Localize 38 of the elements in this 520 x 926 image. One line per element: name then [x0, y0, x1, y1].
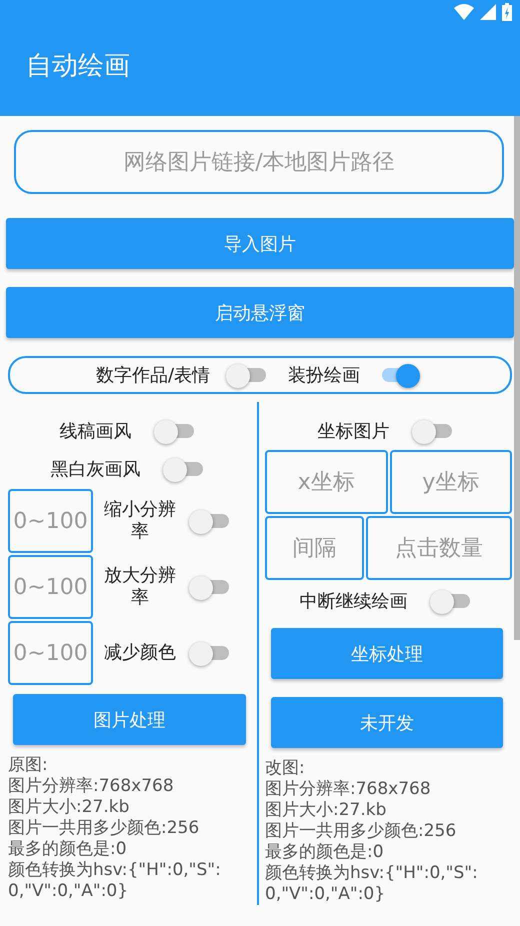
toggle-label: 放大分辨率	[103, 565, 177, 609]
input-field[interactable]: y坐标	[390, 450, 512, 514]
battery-icon	[502, 3, 512, 21]
info-text: 原图:	[8, 755, 49, 776]
info-text: 图片分辨率:768x768	[265, 779, 432, 800]
info-text: 图片一共用多少颜色:256	[8, 818, 200, 839]
info-text: 图片大小:27.kb	[8, 797, 130, 818]
toggle-label: 中断继续绘画	[300, 590, 408, 613]
info-text: 最多的颜色是:0	[265, 842, 385, 863]
info-text: 颜色转换为hsv:{"H":0,"S":0,"V":0,"A":0}	[265, 863, 479, 905]
action-button[interactable]: 未开发	[271, 697, 503, 748]
number-field[interactable]: 0~100	[8, 489, 93, 553]
toggle-label: 黑白灰画风	[50, 458, 140, 481]
info-text: 图片分辨率:768x768	[8, 776, 175, 797]
action-button[interactable]: 导入图片	[6, 218, 514, 269]
toggle-label: 减少颜色	[103, 642, 177, 664]
info-text: 图片大小:27.kb	[265, 800, 388, 821]
info-text: 图片一共用多少颜色:256	[265, 821, 458, 842]
wifi-icon	[454, 4, 474, 20]
app-title: 自动绘画	[26, 50, 130, 82]
action-button[interactable]: 坐标处理	[271, 628, 503, 679]
info-text: 颜色转换为hsv:{"H":0,"S":0,"V":0,"A":0}	[8, 860, 222, 902]
switch-label: 数字作品/表情	[96, 364, 210, 387]
toggle-label: 线稿画风	[60, 420, 132, 443]
number-field[interactable]: 0~100	[8, 621, 93, 685]
switch-label: 装扮绘画	[288, 364, 360, 387]
input-field[interactable]: x坐标	[265, 450, 388, 514]
signal-icon	[480, 4, 496, 20]
action-button[interactable]: 图片处理	[13, 694, 246, 745]
info-text: 改图:	[265, 758, 306, 779]
input-field[interactable]: 点击数量	[366, 516, 512, 580]
input-field[interactable]: 间隔	[265, 516, 364, 580]
info-text: 最多的颜色是:0	[8, 839, 128, 860]
number-field[interactable]: 0~100	[8, 555, 93, 619]
toggle-label: 坐标图片	[318, 420, 390, 443]
toggle-label: 缩小分辨率	[103, 499, 177, 543]
url-field[interactable]: 网络图片链接/本地图片路径	[14, 130, 504, 194]
action-button[interactable]: 启动悬浮窗	[6, 287, 514, 338]
